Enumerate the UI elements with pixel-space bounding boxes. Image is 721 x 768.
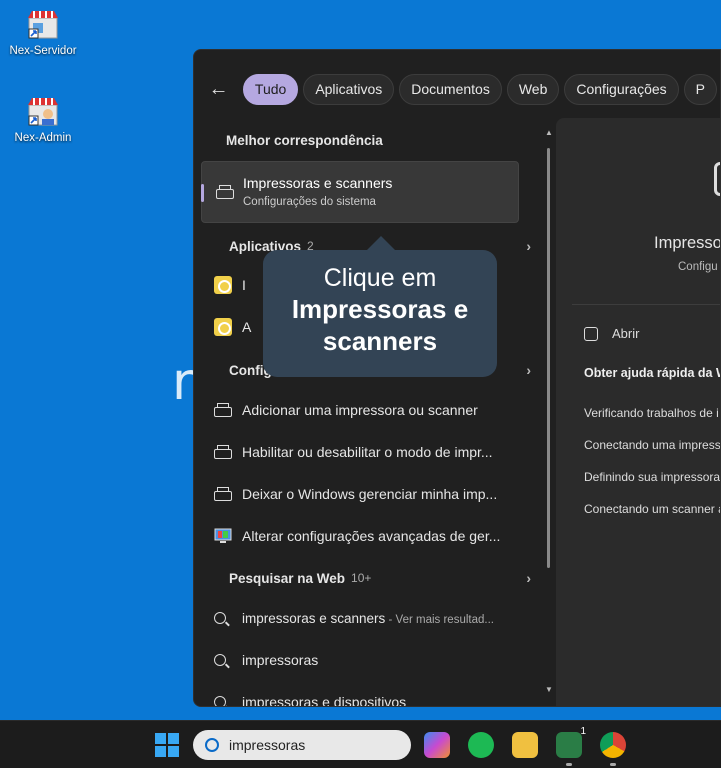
- app-result-label: A: [242, 319, 252, 335]
- instruction-tooltip: Clique em Impressoras e scanners: [263, 236, 497, 377]
- printer-icon: [214, 487, 242, 501]
- taskbar: impressoras 1: [0, 720, 721, 768]
- back-arrow-icon[interactable]: ←: [194, 73, 243, 105]
- preview-title: Impresso: [654, 234, 721, 252]
- selection-accent: [201, 184, 204, 202]
- notification-badge: 1: [580, 726, 586, 737]
- web-result-item[interactable]: impressoras e scanners - Ver mais result…: [214, 597, 534, 639]
- file-explorer-icon[interactable]: [512, 732, 538, 758]
- scroll-down-icon[interactable]: ▼: [545, 685, 553, 694]
- desktop-icon-label: Nex-Admin: [14, 132, 72, 144]
- desktop-icon-nex-servidor[interactable]: Nex-Servidor: [3, 8, 83, 57]
- search-panel: ← Tudo Aplicativos Documentos Web Config…: [193, 49, 721, 707]
- app-icon: [214, 318, 242, 336]
- tooltip-line-2: Impressoras e: [291, 294, 469, 324]
- search-input[interactable]: impressoras: [229, 737, 305, 753]
- settings-result-label: Deixar o Windows gerenciar minha imp...: [242, 486, 498, 502]
- spotify-icon[interactable]: [468, 732, 494, 758]
- settings-result-label: Adicionar uma impressora ou scanner: [242, 402, 478, 418]
- printer-icon: [214, 445, 242, 459]
- section-web[interactable]: Pesquisar na Web 10+ ›: [229, 565, 531, 591]
- running-indicator: [610, 763, 616, 766]
- desktop-icon-label: Nex-Servidor: [9, 45, 77, 57]
- divider: [572, 304, 720, 305]
- scroll-thumb[interactable]: [547, 148, 550, 568]
- monitor-icon: [214, 528, 242, 544]
- filter-documentos[interactable]: Documentos: [399, 73, 502, 105]
- settings-result-item[interactable]: Alterar configurações avançadas de ger..…: [214, 515, 524, 557]
- running-indicator: [566, 763, 572, 766]
- filter-aplicativos[interactable]: Aplicativos: [303, 73, 395, 105]
- filter-configuracoes[interactable]: Configurações: [564, 73, 679, 105]
- background-text: r: [172, 352, 194, 412]
- web-result-item[interactable]: impressoras e dispositivos: [214, 681, 524, 707]
- search-icon: [214, 654, 242, 666]
- desktop-icon-nex-admin[interactable]: Nex-Admin: [3, 95, 83, 144]
- preview-subtitle: Configu: [678, 261, 718, 273]
- section-title: Pesquisar na Web: [229, 570, 346, 586]
- filter-tudo[interactable]: Tudo: [242, 73, 299, 105]
- settings-result-item[interactable]: Adicionar uma impressora ou scanner: [214, 389, 524, 431]
- open-button[interactable]: Abrir: [584, 326, 639, 341]
- filter-more[interactable]: P: [683, 73, 717, 105]
- settings-result-label: Alterar configurações avançadas de ger..…: [242, 528, 501, 544]
- section-count: 10+: [351, 571, 372, 585]
- windows-start-icon[interactable]: [155, 733, 179, 757]
- help-link[interactable]: Conectando uma impress: [584, 438, 720, 452]
- filter-web[interactable]: Web: [506, 73, 560, 105]
- search-icon: [205, 738, 219, 752]
- scroll-up-icon[interactable]: ▲: [545, 128, 553, 137]
- app-result-label: I: [242, 277, 246, 293]
- notes-app-icon[interactable]: 1: [556, 726, 586, 758]
- web-result-query: impressoras e scanners: [242, 611, 386, 626]
- section-best-match: Melhor correspondência: [226, 127, 526, 153]
- preview-pane: Impresso Configu Abrir Obter ajuda rápid…: [556, 118, 721, 706]
- help-heading: Obter ajuda rápida da We: [584, 366, 721, 380]
- taskbar-search-box[interactable]: impressoras: [193, 730, 411, 760]
- search-icon: [214, 612, 242, 624]
- best-match-subtitle: Configurações do sistema: [243, 196, 376, 208]
- settings-result-item[interactable]: Deixar o Windows gerenciar minha imp...: [214, 473, 524, 515]
- web-result-label: impressoras e scanners - Ver mais result…: [242, 610, 494, 626]
- chevron-right-icon: ›: [526, 570, 531, 586]
- store-admin-icon: [26, 95, 60, 129]
- chevron-right-icon: ›: [526, 238, 531, 254]
- copilot-icon[interactable]: [424, 732, 450, 758]
- chevron-right-icon: ›: [526, 362, 531, 378]
- settings-result-item[interactable]: Habilitar ou desabilitar o modo de impr.…: [214, 431, 524, 473]
- store-icon: [26, 8, 60, 42]
- filter-bar: ← Tudo Aplicativos Documentos Web Config…: [194, 72, 720, 106]
- open-label: Abrir: [612, 326, 640, 341]
- app-large-icon: [714, 162, 720, 196]
- help-link[interactable]: Verificando trabalhos de i: [584, 406, 719, 420]
- help-link[interactable]: Definindo sua impressora: [584, 470, 720, 484]
- section-title: Melhor correspondência: [226, 132, 383, 148]
- tooltip-line-1: Clique em: [323, 264, 437, 292]
- app-icon: [214, 276, 242, 294]
- chrome-icon[interactable]: [600, 732, 626, 758]
- best-match-item[interactable]: Impressoras e scanners Configurações do …: [201, 161, 519, 223]
- tooltip-line-3: scanners: [322, 326, 438, 356]
- web-result-more: - Ver mais resultad...: [385, 614, 494, 626]
- printer-icon: [216, 185, 234, 204]
- web-result-label: impressoras: [242, 652, 319, 668]
- help-link[interactable]: Conectando um scanner a: [584, 502, 720, 516]
- open-external-icon: [584, 326, 598, 341]
- web-result-label: impressoras e dispositivos: [242, 694, 407, 707]
- web-result-item[interactable]: impressoras: [214, 639, 524, 681]
- settings-result-label: Habilitar ou desabilitar o modo de impr.…: [242, 444, 493, 460]
- search-icon: [214, 696, 242, 706]
- printer-icon: [214, 403, 242, 417]
- best-match-title: Impressoras e scanners: [243, 175, 393, 191]
- results-scrollbar[interactable]: ▲ ▼: [545, 128, 553, 694]
